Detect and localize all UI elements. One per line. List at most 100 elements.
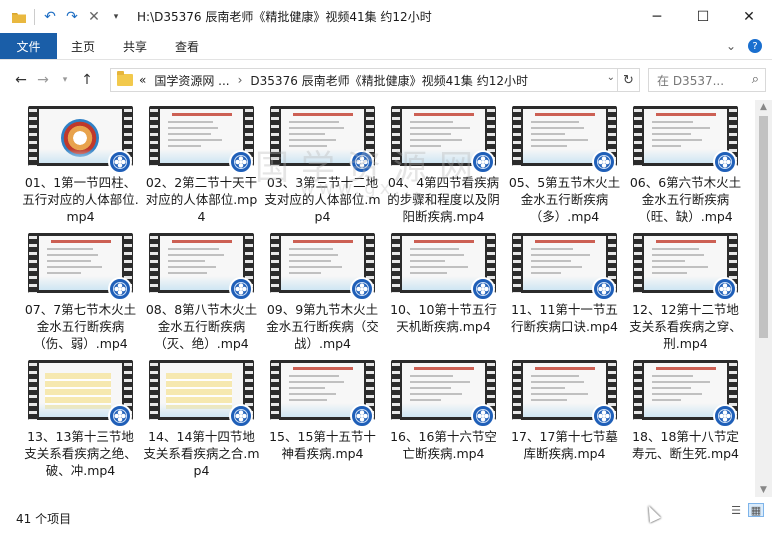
slide-title (656, 240, 716, 243)
tab-view[interactable]: 查看 (161, 33, 213, 59)
reel-glyph (718, 155, 732, 169)
title-bar: ↶ ↷ ✕ ▾ H:\D35376 辰南老师《精批健康》视频41集 约12小时 … (0, 0, 772, 33)
file-item[interactable]: 10、10第十节五行天机断疾病.mp4 (385, 233, 502, 360)
address-bar[interactable]: « 国学资源网 ... › D35376 辰南老师《精批健康》视频41集 约12… (110, 68, 640, 92)
file-name: 16、16第十六节空亡断疾病.mp4 (390, 429, 497, 461)
folder-icon[interactable] (8, 6, 30, 28)
expand-ribbon-icon[interactable]: ⌄ (726, 39, 736, 53)
film-perforation (634, 360, 642, 420)
file-item[interactable]: 12、12第十二节地支关系看疾病之穿、刑.mp4 (627, 233, 744, 360)
search-input[interactable]: 在 D3537... ⌕ (648, 68, 766, 92)
maximize-icon[interactable]: ☐ (680, 0, 726, 33)
address-overflow[interactable]: « (139, 73, 146, 87)
undo-icon[interactable]: ↶ (39, 6, 61, 28)
slide-text-line (531, 387, 565, 389)
reel-glyph (718, 409, 732, 423)
file-item[interactable]: 15、15第十五节十神看疾病.mp4 (264, 360, 381, 487)
slide-title (172, 240, 232, 243)
scroll-down-icon[interactable]: ▼ (755, 485, 772, 495)
slide-text-line (410, 399, 441, 401)
file-item[interactable]: 07、7第七节木火土金水五行断疾病（伤、弱）.mp4 (22, 233, 139, 360)
reel-glyph (718, 282, 732, 296)
file-item[interactable]: 17、17第十七节墓库断疾病.mp4 (506, 360, 623, 487)
file-item[interactable]: 11、11第十一节五行断疾病口诀.mp4 (506, 233, 623, 360)
file-item[interactable]: 14、14第十四节地支关系看疾病之合.mp4 (143, 360, 260, 487)
reel-glyph (234, 155, 248, 169)
address-segment-parent[interactable]: 国学资源网 ... (154, 72, 229, 89)
reel-glyph (234, 282, 248, 296)
help-icon[interactable]: ? (748, 39, 762, 53)
slide-text-line (47, 260, 91, 262)
file-item[interactable]: 05、5第五节木火土金水五行断疾病（多）.mp4 (506, 106, 623, 233)
view-switcher: ☰ ▦ (728, 503, 764, 517)
film-perforation (513, 106, 521, 166)
file-item[interactable]: 13、13第十三节地支关系看疾病之绝、破、冲.mp4 (22, 360, 139, 487)
back-icon[interactable]: ← (10, 68, 32, 92)
tab-home[interactable]: 主页 (57, 33, 109, 59)
slide-text-line (168, 121, 213, 123)
slide-text-line (168, 127, 218, 129)
film-perforation (271, 233, 279, 293)
slide-text-line (410, 133, 451, 135)
chevron-down-icon[interactable]: ⌄ (607, 72, 615, 83)
reel-glyph (355, 155, 369, 169)
film-perforation (150, 360, 158, 420)
reel-glyph (234, 409, 248, 423)
file-name: 03、3第三节十二地支对应的人体部位.mp4 (264, 175, 381, 224)
slide-text-line (289, 393, 336, 395)
video-reel-icon (592, 404, 616, 428)
scroll-up-icon[interactable]: ▲ (755, 102, 772, 112)
file-item[interactable]: 16、16第十六节空亡断疾病.mp4 (385, 360, 502, 487)
address-segment-current[interactable]: D35376 辰南老师《精批健康》视频41集 约12小时 (250, 72, 528, 89)
recent-locations-icon[interactable]: ▾ (54, 68, 76, 92)
large-icons-view-icon[interactable]: ▦ (748, 503, 764, 517)
slide-text-line (289, 145, 327, 147)
slide-text-line (289, 133, 325, 135)
minimize-icon[interactable]: ─ (634, 0, 680, 33)
refresh-icon[interactable]: ↻ (617, 69, 639, 91)
slide-title (293, 367, 353, 370)
slide-text-line (410, 381, 470, 383)
slide-text-line (531, 266, 582, 268)
slide-text-line (652, 145, 681, 147)
tab-share[interactable]: 共享 (109, 33, 161, 59)
file-name: 05、5第五节木火土金水五行断疾病（多）.mp4 (508, 175, 621, 224)
customize-toolbar-icon[interactable]: ▾ (105, 6, 127, 28)
scrollbar-thumb[interactable] (759, 116, 768, 338)
slide-text-line (410, 254, 464, 256)
file-item[interactable]: 03、3第三节十二地支对应的人体部位.mp4 (264, 106, 381, 233)
details-view-icon[interactable]: ☰ (728, 503, 744, 517)
slide-text-line (410, 121, 453, 123)
file-name: 11、11第十一节五行断疾病口诀.mp4 (510, 302, 619, 334)
chevron-right-icon[interactable]: › (238, 73, 243, 87)
close-icon[interactable]: ✕ (726, 0, 772, 33)
file-name: 12、12第十二节地支关系看疾病之穿、刑.mp4 (629, 302, 742, 351)
vertical-scrollbar[interactable]: ▲ ▼ (755, 100, 772, 497)
reel-glyph (113, 155, 127, 169)
film-perforation (150, 106, 158, 166)
redo-icon[interactable]: ↷ (61, 6, 83, 28)
tab-file[interactable]: 文件 (0, 33, 57, 59)
up-icon[interactable]: ↑ (76, 68, 98, 92)
slide-text-line (289, 260, 331, 262)
file-item[interactable]: 04、4第四节看疾病的步骤和程度以及阴阳断疾病.mp4 (385, 106, 502, 233)
slide-text-line (531, 375, 579, 377)
reel-glyph (597, 409, 611, 423)
video-reel-icon (471, 277, 495, 301)
file-item[interactable]: 08、8第八节木火土金水五行断疾病（灭、绝）.mp4 (143, 233, 260, 360)
file-item[interactable]: 09、9第九节木火土金水五行断疾病（交战）.mp4 (264, 233, 381, 360)
slide-text-line (289, 139, 336, 141)
slide-text-line (531, 248, 573, 250)
file-item[interactable]: 18、18第十八节定寿元、断生死.mp4 (627, 360, 744, 487)
slide-text-line (168, 254, 224, 256)
file-item[interactable]: 02、2第二节十天干对应的人体部位.mp4 (143, 106, 260, 233)
reel-glyph (355, 409, 369, 423)
file-view[interactable]: 01、1第一节四柱、五行对应的人体部位.mp4 02、2第二节十天干对应的人体部位… (0, 100, 755, 497)
file-name: 14、14第十四节地支关系看疾病之合.mp4 (143, 429, 260, 478)
video-reel-icon (229, 404, 253, 428)
delete-icon[interactable]: ✕ (83, 6, 105, 28)
slide-text-line (168, 145, 201, 147)
forward-icon[interactable]: → (32, 68, 54, 92)
file-item[interactable]: 01、1第一节四柱、五行对应的人体部位.mp4 (22, 106, 139, 233)
file-item[interactable]: 06、6第六节木火土金水五行断疾病（旺、缺）.mp4 (627, 106, 744, 233)
